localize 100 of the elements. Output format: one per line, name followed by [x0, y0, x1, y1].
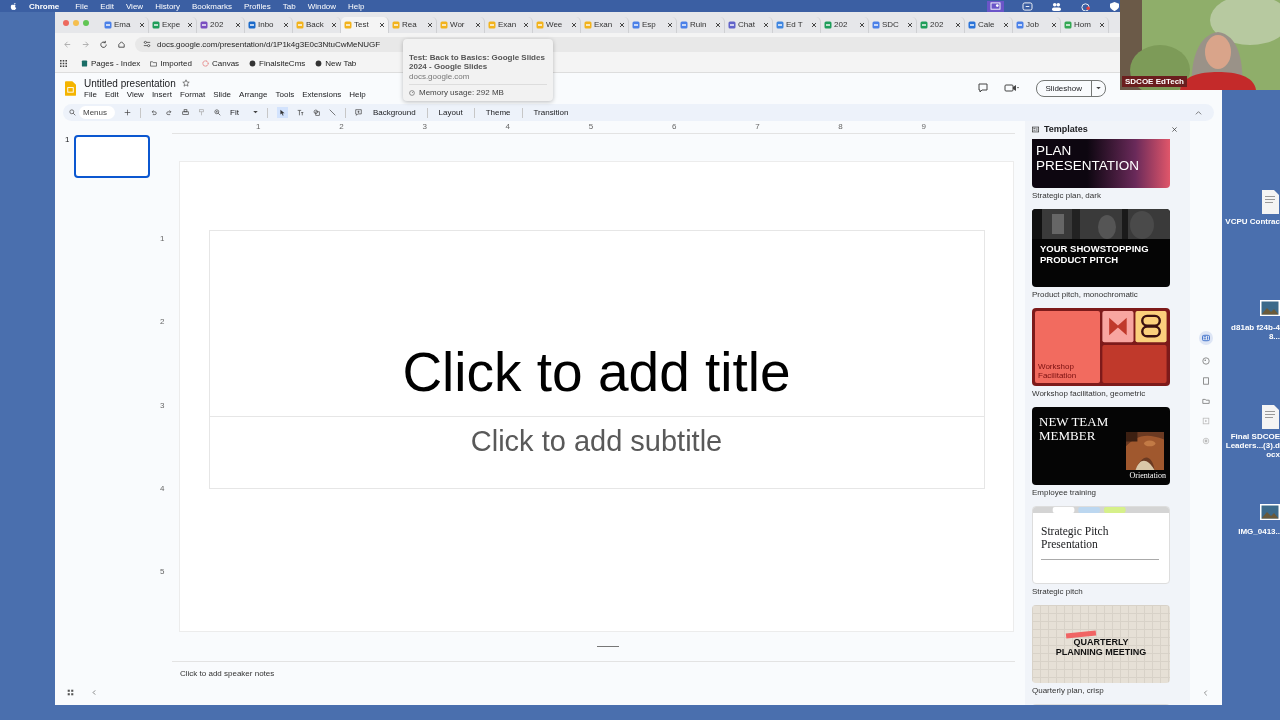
menu-item[interactable]: Arrange [239, 89, 268, 99]
bookmark[interactable]: New Tab [315, 59, 357, 68]
template-thumbnail[interactable]: YOUR SHOWSTOPPING PRODUCT PITCH [1032, 209, 1170, 287]
screen-share-icon[interactable] [987, 0, 1004, 12]
toolbar-button[interactable]: Theme [483, 108, 513, 117]
menu-item[interactable]: Edit [104, 89, 119, 99]
menu-item[interactable]: History [155, 1, 180, 11]
template-thumbnail[interactable]: NEW TEAM MEMBER Orientation [1032, 407, 1170, 485]
toolbar-button[interactable]: Background [370, 108, 418, 117]
window-icon[interactable] [1022, 1, 1033, 11]
close-icon[interactable] [427, 21, 433, 28]
redo-icon[interactable] [166, 109, 173, 116]
shield-icon[interactable] [1109, 1, 1120, 11]
close-icon[interactable] [331, 21, 337, 28]
document-file-icon[interactable] [1260, 405, 1280, 429]
browser-tab[interactable]: Expe [149, 16, 197, 33]
close-icon[interactable] [1171, 125, 1178, 133]
menu-item[interactable]: Window [307, 1, 337, 11]
menu-item[interactable]: Edit [100, 1, 114, 11]
people-icon[interactable] [1051, 1, 1062, 11]
cloud-icon[interactable] [1080, 1, 1091, 11]
close-icon[interactable] [571, 21, 577, 28]
close-icon[interactable] [763, 21, 769, 28]
close-icon[interactable] [283, 21, 289, 28]
reload-icon[interactable] [99, 39, 108, 49]
cursor-icon[interactable] [276, 107, 288, 118]
menu-item[interactable]: Extensions [302, 89, 342, 99]
print-icon[interactable] [182, 109, 189, 116]
bookmark[interactable]: Pages - Index [81, 59, 141, 68]
menu-item[interactable]: Slide [213, 89, 232, 99]
document-file-icon[interactable] [1260, 190, 1280, 214]
apple-icon[interactable] [10, 1, 17, 11]
zoom-icon[interactable] [214, 109, 221, 116]
close-icon[interactable] [955, 21, 961, 28]
menu-item[interactable]: Tab [282, 1, 296, 11]
plus-icon[interactable] [124, 109, 131, 116]
browser-tab[interactable]: Wee [533, 16, 581, 33]
close-icon[interactable] [859, 21, 865, 28]
resize-handle[interactable] [596, 645, 619, 647]
close-icon[interactable] [811, 21, 817, 28]
line-icon[interactable] [328, 109, 336, 116]
folder-icon[interactable] [1202, 397, 1210, 405]
text-box-icon[interactable] [296, 109, 304, 116]
home-icon[interactable] [117, 39, 126, 49]
browser-tab[interactable]: Ema [101, 16, 149, 33]
menu-item[interactable]: Bookmarks [192, 1, 233, 11]
grid-view-icon[interactable] [67, 689, 74, 696]
close-icon[interactable] [475, 21, 481, 28]
browser-tab[interactable]: SDC [869, 16, 917, 33]
star-icon[interactable] [181, 79, 190, 87]
browser-tab[interactable]: Chat [725, 16, 773, 33]
menu-item[interactable]: View [126, 89, 144, 99]
menu-item[interactable]: View [125, 1, 144, 11]
video-camera-icon[interactable] [1003, 83, 1020, 93]
browser-tab[interactable]: Exan [485, 16, 533, 33]
speaker-notes-field[interactable]: Click to add speaker notes [180, 668, 275, 678]
toolbar-button[interactable]: Layout [436, 108, 465, 117]
template-thumbnail[interactable]: QUARTERLY PLANNING MEETING [1032, 605, 1170, 683]
site-settings-icon[interactable] [143, 40, 151, 48]
comment-icon[interactable] [977, 83, 988, 93]
close-icon[interactable] [907, 21, 913, 28]
title-placeholder[interactable]: Click to add title [208, 230, 985, 417]
close-icon[interactable] [619, 21, 625, 28]
close-icon[interactable] [1051, 21, 1057, 28]
close-icon[interactable] [235, 21, 241, 28]
browser-tab[interactable]: Inbo [245, 16, 293, 33]
shape-icon[interactable] [312, 109, 320, 116]
template-thumbnail[interactable]: PLAN PRESENTATION [1032, 139, 1170, 188]
browser-tab[interactable]: Esp [629, 16, 677, 33]
close-icon[interactable] [379, 21, 385, 28]
zoom-dropdown[interactable]: Fit [230, 108, 258, 117]
template-thumbnail[interactable]: Strategic Pitch Presentation [1032, 506, 1170, 584]
browser-tab[interactable]: Job [1013, 16, 1061, 33]
undo-icon[interactable] [150, 109, 157, 116]
document-icon[interactable] [1202, 377, 1210, 385]
bookmark[interactable]: FinalsiteCms [249, 59, 306, 68]
close-icon[interactable] [667, 21, 673, 28]
browser-tab[interactable]: Ruin [677, 16, 725, 33]
browser-tab[interactable]: Rea [389, 16, 437, 33]
menu-item[interactable]: Insert [151, 89, 172, 99]
browser-tab[interactable]: Ed T [773, 16, 821, 33]
menu-item[interactable]: File [75, 1, 89, 11]
toolbar-button[interactable]: Transition [531, 108, 571, 117]
browser-tab[interactable]: Hom [1061, 16, 1109, 33]
menu-item[interactable]: Chrome [29, 1, 60, 11]
browser-tab[interactable]: Exan [581, 16, 629, 33]
add-comment-icon[interactable] [354, 109, 362, 116]
browser-tab[interactable]: 202 [821, 16, 869, 33]
close-icon[interactable] [1099, 21, 1105, 28]
close-icon[interactable] [187, 21, 193, 28]
menu-item[interactable]: Format [179, 89, 206, 99]
browser-tab[interactable]: 202 [917, 16, 965, 33]
collapse-icon[interactable] [1195, 110, 1202, 115]
slide-thumbnail[interactable] [74, 135, 151, 178]
subtitle-placeholder[interactable]: Click to add subtitle [208, 417, 985, 489]
close-icon[interactable] [1003, 21, 1009, 28]
menu-search-field[interactable]: Menus [79, 106, 115, 119]
browser-tab[interactable]: Test [341, 16, 389, 33]
slide-canvas[interactable]: Click to add title Click to add subtitle [180, 162, 1013, 631]
close-icon[interactable] [715, 21, 721, 28]
